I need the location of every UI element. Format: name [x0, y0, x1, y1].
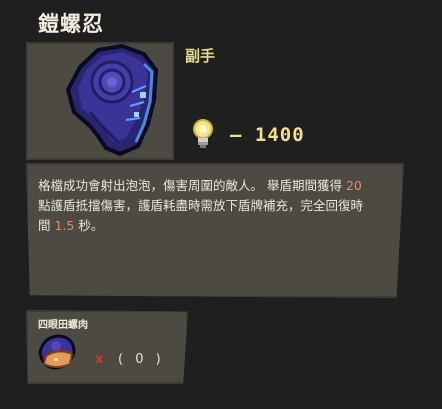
- lightbulb-icon: [193, 119, 213, 148]
- item-description: 格檔成功會射出泡泡，傷害周圍的敵人。 舉盾期間獲得 20 點護盾抵擋傷害，護盾耗…: [38, 176, 392, 236]
- price: – 1400: [230, 124, 305, 146]
- item-type-label: 副手: [185, 47, 216, 65]
- material-name: 四眼田螺肉: [38, 320, 88, 331]
- item-name: 鎧螺忍: [38, 12, 104, 36]
- material-owned-count: ( 0 ): [118, 352, 165, 367]
- shield-value: 20: [345, 178, 362, 193]
- snail-meat-icon: [38, 334, 76, 370]
- material-multiplier: x: [95, 352, 104, 367]
- item-icon-panel: [26, 42, 174, 160]
- desc-line3-post: 秒。: [74, 218, 104, 233]
- desc-line3-pre: 間: [38, 218, 55, 233]
- desc-line2: 點護盾抵擋傷害，護盾耗盡時需放下盾牌補充，完全回復時: [38, 198, 364, 213]
- price-prefix: –: [230, 124, 243, 146]
- price-value: 1400: [254, 124, 305, 146]
- time-value: 1.5: [54, 218, 75, 233]
- desc-line1: 格檔成功會射出泡泡，傷害周圍的敵人。 舉盾期間獲得: [38, 178, 346, 193]
- armored-snail-shield-icon: [65, 43, 159, 157]
